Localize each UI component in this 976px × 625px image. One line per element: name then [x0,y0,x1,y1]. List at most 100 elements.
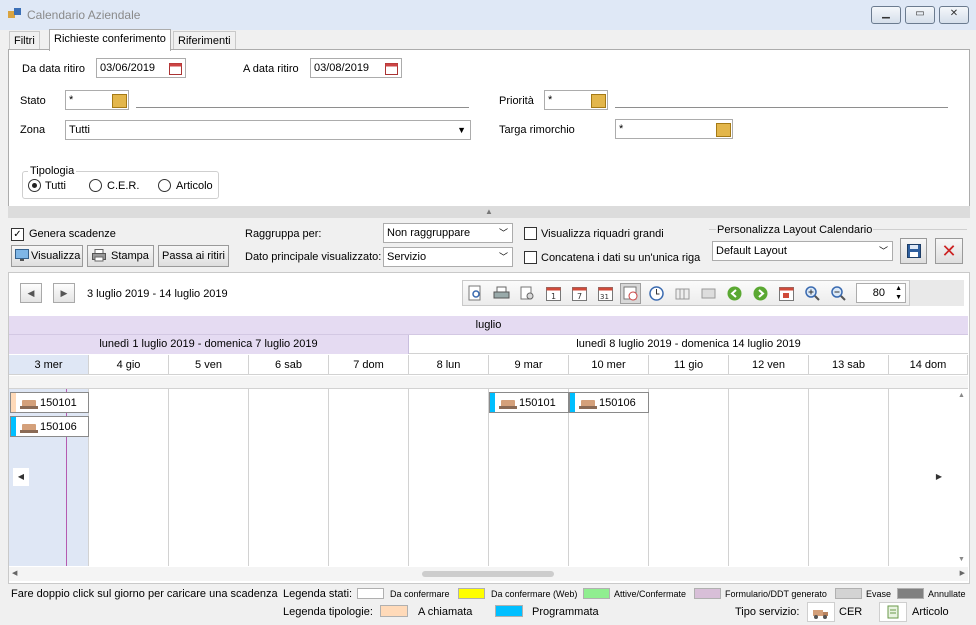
print-icon[interactable] [493,285,510,302]
calendar-icon[interactable] [385,62,398,81]
close-button[interactable]: ✕ [939,6,969,24]
dato-principale-select[interactable]: Servizio ﹀ [383,247,513,267]
legend-label: Programmata [532,606,599,618]
back-icon[interactable] [726,285,743,302]
appointment-label: 150101 [40,397,77,409]
lookup-icon[interactable] [591,94,606,108]
zoom-spinner[interactable]: 80 ▲ ▼ [856,283,906,303]
appointment[interactable]: 150106 [10,416,89,437]
day-cell[interactable] [89,389,169,566]
scroll-right-icon[interactable]: ▶ [960,569,965,577]
day-cell[interactable] [809,389,889,566]
passa-ai-ritiri-button[interactable]: Passa ai ritiri [158,245,229,267]
appointment[interactable]: 150106 [569,392,649,413]
riquadri-grandi-checkbox[interactable] [524,227,537,240]
group-icon[interactable] [700,285,717,302]
radio-tutti[interactable] [28,179,41,192]
legend-label: Formulario/DDT generato [725,589,827,599]
targa-label: Targa rimorchio [499,124,575,136]
layout-value: Default Layout [716,245,787,257]
day-cell[interactable] [489,389,569,566]
scroll-left-icon[interactable]: ◀ [12,569,17,577]
layout-select[interactable]: Default Layout ﹀ [712,241,893,261]
prev-button[interactable]: ◀ [20,283,42,303]
from-date-field[interactable]: 03/06/2019 [96,58,186,78]
print-setup-icon[interactable] [519,285,536,302]
zoom-in-icon[interactable] [804,285,821,302]
vertical-scrollbar[interactable]: ▲ ▼ [956,389,967,566]
priorita-field[interactable]: * [544,90,608,110]
raggruppa-label: Raggruppa per: [245,228,322,240]
day-cell[interactable] [329,389,409,566]
splitter[interactable]: ▲ [8,206,970,218]
day-cell[interactable] [169,389,249,566]
next-button[interactable]: ▶ [53,283,75,303]
priorita-value: * [548,94,553,106]
tipo-servizio-label: Tipo servizio: [735,606,800,618]
stampa-button[interactable]: Stampa [87,245,154,267]
day-view-icon[interactable]: 1 [545,285,562,302]
day-cell[interactable] [569,389,649,566]
scroll-left-arrow-icon[interactable]: ◀ [13,468,29,486]
timeline-view-icon[interactable] [620,283,641,304]
zoom-out-icon[interactable] [830,285,847,302]
legenda-stati-label: Legenda stati: [283,588,353,600]
toolbar-tail [910,280,964,306]
priorita-label: Priorità [499,95,534,107]
scroll-right-arrow-icon[interactable]: ▶ [931,468,947,486]
radio-articolo[interactable] [158,179,171,192]
appointment-label: 150106 [599,397,636,409]
truck-icon [499,400,517,409]
tab-richieste-conferimento[interactable]: Richieste conferimento [49,29,171,51]
clock-icon[interactable] [648,285,665,302]
day-cell[interactable] [409,389,489,566]
radio-cer[interactable] [89,179,102,192]
genera-scadenze-checkbox[interactable]: ✓ [11,228,24,241]
day-header: 7 dom [329,355,409,375]
legend-swatch [380,605,408,617]
calendar-icon[interactable] [169,62,182,81]
spinner-arrows-icon[interactable]: ▲ ▼ [895,284,902,302]
lookup-icon[interactable] [716,123,731,137]
genera-scadenze-label: Genera scadenze [29,228,116,240]
month-header: luglio [9,316,968,335]
targa-field[interactable]: * [615,119,733,139]
truck-icon [20,424,38,433]
appointment[interactable]: 150101 [10,392,89,413]
month-view-icon[interactable]: 31 [597,285,614,302]
preview-icon[interactable] [467,285,484,302]
forward-icon[interactable] [752,285,769,302]
day-header: 12 ven [729,355,809,375]
minimize-button[interactable]: ▁ [871,6,901,24]
scroll-up-icon[interactable]: ▲ [956,392,967,399]
scrollbar-thumb[interactable] [422,571,554,577]
day-cell[interactable] [729,389,809,566]
appointment[interactable]: 150101 [489,392,569,413]
day-cell[interactable] [249,389,329,566]
week-view-icon[interactable]: 7 [571,285,588,302]
legend-label: Annullate [928,589,966,599]
monitor-icon [15,249,29,269]
scroll-down-icon[interactable]: ▼ [956,556,967,563]
tab-riferimenti[interactable]: Riferimenti [173,31,236,50]
arrow-right-icon: ▶ [60,288,68,298]
truck-icon [20,400,38,409]
stato-field[interactable]: * [65,90,129,110]
chevron-down-icon: ﹀ [498,252,508,262]
day-cell[interactable] [649,389,729,566]
zona-select[interactable]: Tutti ▼ [65,120,471,140]
radio-articolo-label: Articolo [176,180,213,192]
lookup-icon[interactable] [112,94,127,108]
today-icon[interactable] [778,285,795,302]
columns-icon[interactable] [674,285,691,302]
visualizza-button[interactable]: Visualizza [11,245,83,267]
tab-filtri[interactable]: Filtri [9,31,40,50]
concatena-checkbox[interactable] [524,251,537,264]
save-layout-button[interactable] [900,238,927,264]
title-bar: Calendario Aziendale ▁ ▭ ✕ [0,0,976,30]
to-date-field[interactable]: 03/08/2019 [310,58,402,78]
raggruppa-select[interactable]: Non raggruppare ﹀ [383,223,513,243]
maximize-button[interactable]: ▭ [905,6,935,24]
delete-layout-button[interactable]: ✕ [935,238,963,264]
horizontal-scrollbar[interactable]: ◀ ▶ [9,567,968,581]
